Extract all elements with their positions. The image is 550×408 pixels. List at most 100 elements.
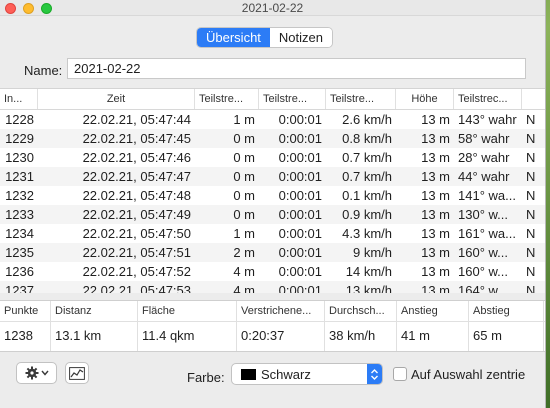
cell-overflow: N <box>526 207 536 222</box>
cell-segment-course: 160° w... <box>458 264 509 279</box>
column-header-segment-duration[interactable]: Teilstre... <box>259 89 326 109</box>
cell-segment-duration: 0:00:01 <box>278 283 322 293</box>
column-header-segment-course[interactable]: Teilstrec... <box>454 89 522 109</box>
summary-value-points: 1238 <box>0 322 51 351</box>
center-on-selection-checkbox[interactable] <box>393 367 407 381</box>
gear-icon <box>25 366 38 380</box>
tab-control: Übersicht Notizen <box>196 27 333 48</box>
table-row[interactable]: 1228 22.02.21, 05:47:44 1 m 0:00:01 2.6 km/h… <box>0 110 545 129</box>
action-menu-button[interactable] <box>16 362 57 384</box>
cell-segment-course: 141° wa... <box>458 188 516 203</box>
cell-segment-speed: 0.7 km/h <box>342 150 392 165</box>
cell-altitude: 13 m <box>421 245 450 260</box>
cell-segment-duration: 0:00:01 <box>278 169 322 184</box>
cell-time: 22.02.21, 05:47:45 <box>82 131 191 146</box>
cell-time: 22.02.21, 05:47:47 <box>82 169 191 184</box>
column-header-segment-distance[interactable]: Teilstre... <box>195 89 259 109</box>
table-row[interactable]: 1237 22.02.21, 05:47:53 4 m 0:00:01 13 km/h 1… <box>0 281 545 293</box>
table-row[interactable]: 1233 22.02.21, 05:47:49 0 m 0:00:01 0.9 km/h… <box>0 205 545 224</box>
table-row[interactable]: 1230 22.02.21, 05:47:46 0 m 0:00:01 0.7 km/h… <box>0 148 545 167</box>
cell-segment-distance: 2 m <box>233 245 255 260</box>
cell-segment-course: 161° wa... <box>458 226 516 241</box>
cell-segment-distance: 0 m <box>233 150 255 165</box>
cell-time: 22.02.21, 05:47:44 <box>82 112 191 127</box>
table-row[interactable]: 1231 22.02.21, 05:47:47 0 m 0:00:01 0.7 km/h… <box>0 167 545 186</box>
column-header-overflow[interactable] <box>522 89 545 109</box>
summary-value-distance: 13.1 km <box>51 322 138 351</box>
summary-header-points: Punkte <box>0 301 51 321</box>
cell-overflow: N <box>526 131 536 146</box>
cell-segment-speed: 13 km/h <box>345 283 392 293</box>
cell-segment-course: 164° w... <box>458 283 509 293</box>
cell-segment-distance: 0 m <box>233 207 255 222</box>
cell-time: 22.02.21, 05:47:49 <box>82 207 191 222</box>
cell-segment-duration: 0:00:01 <box>278 112 322 127</box>
column-header-segment-speed[interactable]: Teilstre... <box>326 89 396 109</box>
cell-overflow: N <box>526 169 536 184</box>
cell-segment-distance: 0 m <box>233 188 255 203</box>
summary-value-area: 11.4 qkm <box>138 322 237 351</box>
cell-segment-distance: 4 m <box>233 264 255 279</box>
cell-altitude: 13 m <box>421 264 450 279</box>
cell-time: 22.02.21, 05:47:53 <box>82 283 191 293</box>
color-label: Farbe: <box>187 370 225 385</box>
cell-segment-speed: 4.3 km/h <box>342 226 392 241</box>
cell-overflow: N <box>526 112 536 127</box>
cell-altitude: 13 m <box>421 169 450 184</box>
table-row[interactable]: 1236 22.02.21, 05:47:52 4 m 0:00:01 14 km/h 1… <box>0 262 545 281</box>
color-select-value: Schwarz <box>261 366 311 382</box>
summary-table: Punkte Distanz Fläche Verstrichene... Du… <box>0 300 545 352</box>
cell-segment-speed: 0.9 km/h <box>342 207 392 222</box>
table-header: In... Zeit Teilstre... Teilstre... Teils… <box>0 89 545 110</box>
summary-header-ascent: Anstieg <box>397 301 469 321</box>
summary-value-descent: 65 m <box>469 322 544 351</box>
elevation-chart-button[interactable] <box>65 362 89 384</box>
cell-segment-course: 130° w... <box>458 207 509 222</box>
column-header-altitude[interactable]: Höhe <box>396 89 454 109</box>
summary-values: 1238 13.1 km 11.4 qkm 0:20:37 38 km/h 41… <box>0 322 545 351</box>
table-row[interactable]: 1234 22.02.21, 05:47:50 1 m 0:00:01 4.3 km/h… <box>0 224 545 243</box>
cell-index: 1236 <box>5 264 34 279</box>
cell-segment-duration: 0:00:01 <box>278 245 322 260</box>
table-row[interactable]: 1232 22.02.21, 05:47:48 0 m 0:00:01 0.1 km/h… <box>0 186 545 205</box>
title-bar[interactable]: 2021-02-22 <box>0 0 545 16</box>
cell-index: 1229 <box>5 131 34 146</box>
cell-segment-distance: 1 m <box>233 226 255 241</box>
table-row[interactable]: 1235 22.02.21, 05:47:51 2 m 0:00:01 9 km/h 13… <box>0 243 545 262</box>
color-select[interactable]: Schwarz <box>231 363 383 385</box>
cell-segment-distance: 0 m <box>233 169 255 184</box>
column-header-index[interactable]: In... <box>0 89 38 109</box>
summary-value-average: 38 km/h <box>325 322 397 351</box>
cell-segment-duration: 0:00:01 <box>278 264 322 279</box>
cell-altitude: 13 m <box>421 283 450 293</box>
tab-overview[interactable]: Übersicht <box>197 28 270 47</box>
cell-segment-duration: 0:00:01 <box>278 150 322 165</box>
chevron-down-icon <box>40 370 49 376</box>
cell-segment-speed: 0.1 km/h <box>342 188 392 203</box>
cell-segment-distance: 0 m <box>233 131 255 146</box>
summary-value-elapsed: 0:20:37 <box>237 322 325 351</box>
cell-segment-course: 143° wahr <box>458 112 517 127</box>
cell-altitude: 13 m <box>421 207 450 222</box>
summary-header: Punkte Distanz Fläche Verstrichene... Du… <box>0 301 545 322</box>
cell-time: 22.02.21, 05:47:50 <box>82 226 191 241</box>
cell-index: 1232 <box>5 188 34 203</box>
summary-value-ascent: 41 m <box>397 322 469 351</box>
center-on-selection-label[interactable]: Auf Auswahl zentrie <box>411 367 525 382</box>
tab-notes[interactable]: Notizen <box>269 28 332 47</box>
cell-segment-duration: 0:00:01 <box>278 131 322 146</box>
cell-overflow: N <box>526 264 536 279</box>
summary-header-distance: Distanz <box>51 301 138 321</box>
footer-bar: Farbe: Schwarz Auf Auswahl zentrie <box>0 352 545 408</box>
name-input[interactable] <box>67 58 526 79</box>
cell-altitude: 13 m <box>421 112 450 127</box>
cell-segment-duration: 0:00:01 <box>278 188 322 203</box>
cell-segment-duration: 0:00:01 <box>278 207 322 222</box>
cell-segment-distance: 1 m <box>233 112 255 127</box>
cell-segment-distance: 4 m <box>233 283 255 293</box>
cell-segment-speed: 2.6 km/h <box>342 112 392 127</box>
column-header-time[interactable]: Zeit <box>38 89 195 109</box>
cell-segment-speed: 0.7 km/h <box>342 169 392 184</box>
table-row[interactable]: 1229 22.02.21, 05:47:45 0 m 0:00:01 0.8 km/h… <box>0 129 545 148</box>
cell-time: 22.02.21, 05:47:48 <box>82 188 191 203</box>
